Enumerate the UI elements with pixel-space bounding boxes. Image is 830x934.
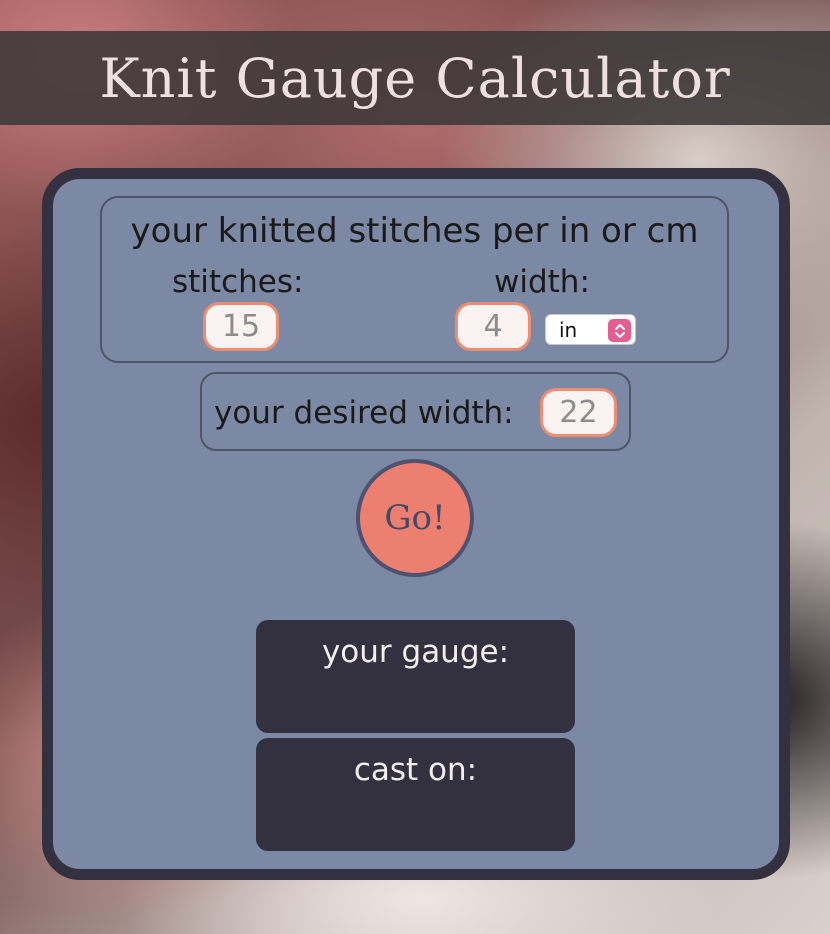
go-button[interactable]: Go! bbox=[356, 459, 474, 577]
unit-select-value: in bbox=[559, 318, 578, 342]
page-title: Knit Gauge Calculator bbox=[99, 46, 731, 110]
stitches-label: stitches: bbox=[172, 264, 304, 300]
gauge-heading: your knitted stitches per in or cm bbox=[130, 211, 699, 251]
width-input[interactable]: 4 bbox=[455, 302, 531, 351]
title-bar: Knit Gauge Calculator bbox=[0, 31, 830, 125]
desired-width-label: your desired width: bbox=[214, 395, 514, 431]
cast-on-result-box: cast on: bbox=[256, 738, 575, 851]
desired-width-input[interactable]: 22 bbox=[540, 388, 617, 437]
unit-select[interactable]: in bbox=[545, 314, 636, 345]
gauge-result-box: your gauge: bbox=[256, 620, 575, 733]
cast-on-result-label: cast on: bbox=[353, 752, 478, 788]
width-label: width: bbox=[494, 264, 590, 300]
stitches-input[interactable]: 15 bbox=[203, 302, 279, 351]
gauge-result-label: your gauge: bbox=[321, 634, 510, 670]
chevron-up-down-icon bbox=[608, 319, 631, 342]
